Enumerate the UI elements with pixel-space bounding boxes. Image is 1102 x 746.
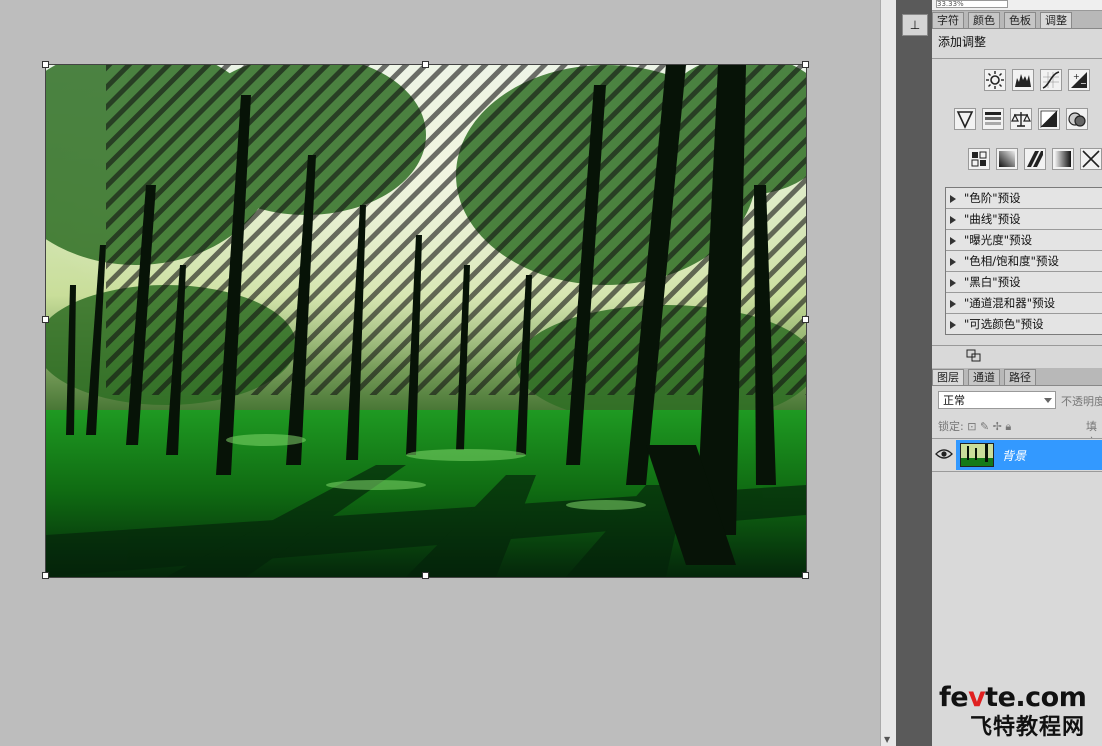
transform-handle-br[interactable] [802, 572, 809, 579]
layer-thumbnail [960, 443, 994, 467]
panel-dock-gutter: ⊥ [896, 0, 932, 746]
black-white-icon[interactable] [1038, 108, 1060, 130]
opacity-label: 不透明度: [1061, 395, 1102, 408]
panel-top-bar: 33.33% [932, 0, 1102, 11]
clip-to-layer-icon[interactable] [966, 349, 982, 366]
transform-handle-tr[interactable] [802, 61, 809, 68]
scroll-down-arrow-icon[interactable]: ▼ [884, 735, 890, 744]
photo-filter-icon[interactable] [1066, 108, 1088, 130]
transform-handle-mr[interactable] [802, 316, 809, 323]
transform-handle-tm[interactable] [422, 61, 429, 68]
preset-curves[interactable]: "曲线"预设 [946, 209, 1102, 230]
tab-color[interactable]: 颜色 [968, 12, 1000, 28]
adjustments-tab-strip: 字符 颜色 色板 调整 [932, 11, 1102, 29]
preset-channel-mixer[interactable]: "通道混和器"预设 [946, 293, 1102, 314]
transform-handle-bm[interactable] [422, 572, 429, 579]
expand-triangle-icon [950, 257, 956, 266]
tab-layers[interactable]: 图层 [932, 369, 964, 385]
posterize-icon[interactable] [1024, 148, 1046, 170]
preset-hue-saturation[interactable]: "色相/饱和度"预设 [946, 251, 1102, 272]
vibrance-icon[interactable] [954, 108, 976, 130]
stamp-tool-icon[interactable]: ⊥ [902, 14, 928, 36]
zoom-field[interactable]: 33.33% [936, 0, 1008, 8]
expand-triangle-icon [950, 215, 956, 224]
levels-icon[interactable] [1012, 69, 1034, 91]
threshold-icon[interactable] [1052, 148, 1074, 170]
color-balance-icon[interactable] [1010, 108, 1032, 130]
tab-adjustments[interactable]: 调整 [1040, 12, 1072, 28]
tab-character[interactable]: 字符 [932, 12, 964, 28]
canvas-vertical-scrollbar[interactable]: ▼ [880, 0, 897, 746]
lock-transparency-icon[interactable]: ⊡ [967, 420, 976, 433]
hue-saturation-icon[interactable] [982, 108, 1004, 130]
layers-tab-strip: 图层 通道 路径 [932, 368, 1102, 386]
blend-mode-select[interactable]: 正常 [938, 391, 1056, 409]
gradient-map-icon[interactable] [1080, 148, 1102, 170]
lock-position-icon[interactable]: ✢ [993, 420, 1002, 433]
add-adjustment-title: 添加调整 [938, 35, 987, 49]
preset-levels[interactable]: "色阶"预设 [946, 188, 1102, 209]
channel-mixer-icon[interactable] [968, 148, 990, 170]
lock-pixels-icon[interactable]: ✎ [980, 420, 989, 433]
right-panel: 33.33% 字符 颜色 色板 调整 添加调整 + − "色阶"预设 "曲线"预… [932, 0, 1102, 746]
adjustments-panel-footer [932, 345, 1102, 366]
brightness-icon[interactable] [984, 69, 1006, 91]
tab-channels[interactable]: 通道 [968, 369, 1000, 385]
forest-image [46, 65, 806, 577]
watermark-site-name: 飞特教程网 [970, 715, 1086, 740]
expand-triangle-icon [950, 194, 956, 203]
dropdown-caret-icon [1044, 398, 1052, 403]
svg-text:−: − [1080, 79, 1087, 88]
expand-triangle-icon [950, 299, 956, 308]
document-canvas-area[interactable] [0, 0, 880, 746]
tab-swatches[interactable]: 色板 [1004, 12, 1036, 28]
preset-selective-color[interactable]: "可选颜色"预设 [946, 314, 1102, 334]
curves-icon[interactable] [1040, 69, 1062, 91]
transform-handle-bl[interactable] [42, 572, 49, 579]
preset-exposure[interactable]: "曝光度"预设 [946, 230, 1102, 251]
lock-row: 锁定: ⊡ ✎ ✢ 🔒︎ [938, 418, 1011, 434]
preset-black-white[interactable]: "黑白"预设 [946, 272, 1102, 293]
transform-handle-tl[interactable] [42, 61, 49, 68]
invert-icon[interactable] [996, 148, 1018, 170]
forest-photo[interactable] [45, 64, 807, 578]
svg-text:+: + [1073, 72, 1080, 81]
divider [932, 58, 1102, 59]
layer-name: 背景 [1002, 449, 1027, 463]
lock-all-icon[interactable]: 🔒︎ [1005, 420, 1011, 433]
transform-handle-ml[interactable] [42, 316, 49, 323]
expand-triangle-icon [950, 320, 956, 329]
eye-visibility-icon[interactable] [935, 445, 953, 463]
layer-row-background[interactable]: 背景 [932, 438, 1102, 472]
layer-selection-highlight[interactable]: 背景 [956, 440, 1102, 470]
expand-triangle-icon [950, 236, 956, 245]
lock-label: 锁定: [938, 420, 964, 433]
adjustment-presets-list: "色阶"预设 "曲线"预设 "曝光度"预设 "色相/饱和度"预设 "黑白"预设 … [945, 187, 1102, 335]
expand-triangle-icon [950, 278, 956, 287]
tab-paths[interactable]: 路径 [1004, 369, 1036, 385]
exposure-icon[interactable]: + − [1068, 69, 1090, 91]
